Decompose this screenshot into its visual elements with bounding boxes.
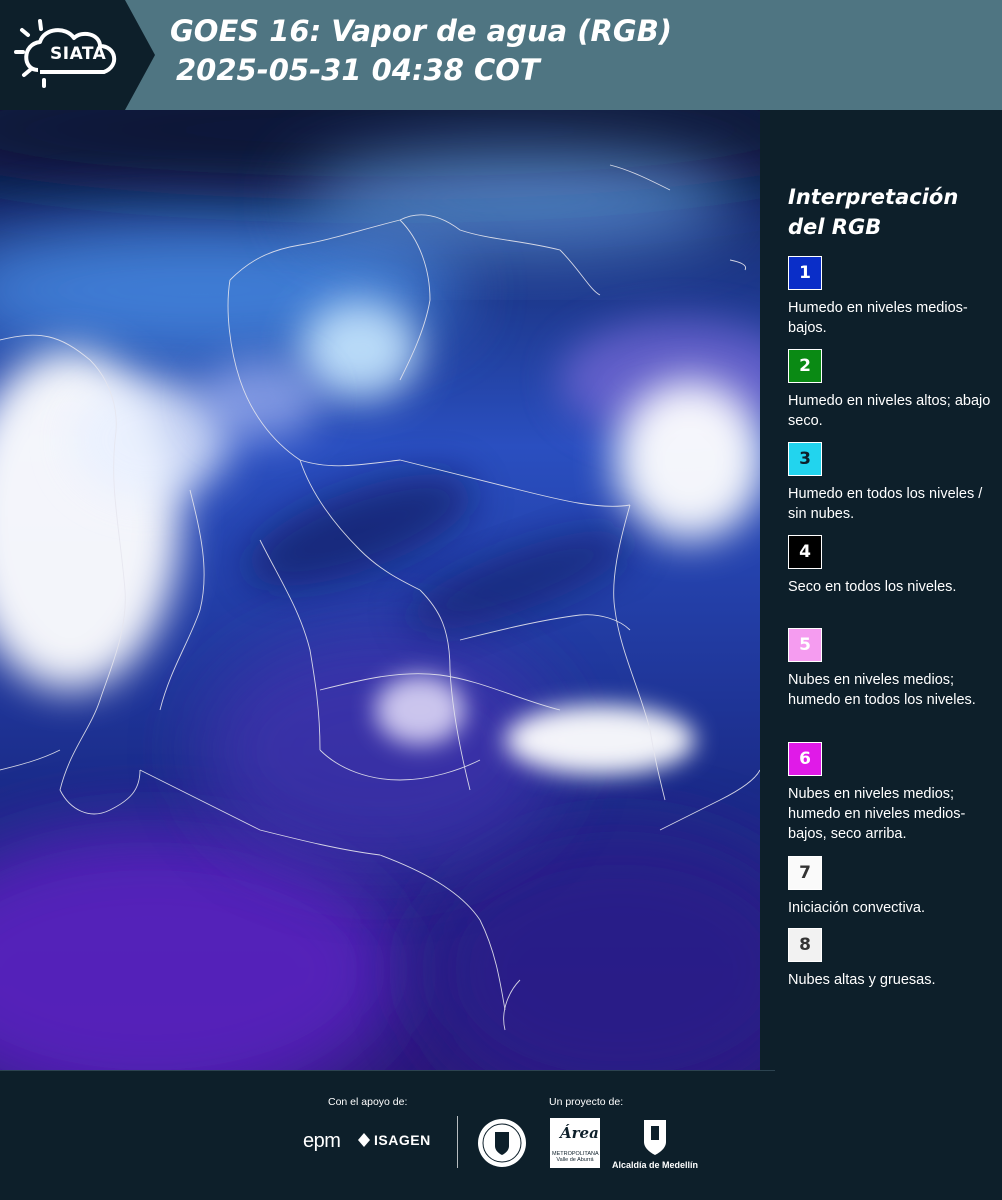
legend-item-1: 1 Humedo en niveles medios-bajos. <box>788 256 998 338</box>
area-logo-text: Área <box>560 1124 599 1142</box>
legend-text-7: Iniciación convectiva. <box>788 900 926 916</box>
legend-swatch-8: 8 <box>788 928 822 962</box>
legend-swatch-3: 3 <box>788 442 822 476</box>
isagen-logo[interactable]: ISAGEN <box>374 1132 431 1148</box>
legend-item-2: 2 Humedo en niveles altos; abajo seco. <box>788 349 998 431</box>
siata-logo[interactable]: SIATA <box>0 0 160 110</box>
legend-item-4: 4 Seco en todos los niveles. <box>788 535 998 597</box>
legend-title: Interpretación del RGB <box>788 185 959 239</box>
legend-item-8: 8 Nubes altas y gruesas. <box>788 928 998 990</box>
product-timestamp: 2025-05-31 04:38 COT <box>176 53 540 87</box>
legend-text-6: Nubes en niveles medios; humedo en nivel… <box>788 786 966 842</box>
legend-swatch-7: 7 <box>788 856 822 890</box>
legend-text-8: Nubes altas y gruesas. <box>788 972 936 988</box>
legend-item-6: 6 Nubes en niveles medios; humedo en niv… <box>788 742 998 844</box>
legend-item-7: 7 Iniciación convectiva. <box>788 856 998 918</box>
support-label: Con el apoyo de: <box>328 1096 408 1108</box>
siata-brand-text: SIATA <box>50 44 107 64</box>
product-title: GOES 16: Vapor de agua (RGB) <box>170 14 673 48</box>
legend-text-1: Humedo en niveles medios-bajos. <box>788 300 968 336</box>
header-bar: SIATA GOES 16: Vapor de agua (RGB) 2025-… <box>0 0 1002 110</box>
area-metropolitana-logo[interactable]: Área METROPOLITANA Valle de Aburrá <box>550 1118 600 1168</box>
isagen-icon <box>358 1133 370 1147</box>
legend-text-5: Nubes en niveles medios; humedo en todos… <box>788 672 976 708</box>
water-vapor-image <box>0 110 760 1070</box>
satellite-map[interactable] <box>0 110 760 1070</box>
legend-swatch-6: 6 <box>788 742 822 776</box>
project-label: Un proyecto de: <box>549 1096 624 1108</box>
legend-item-3: 3 Humedo en todos los niveles / sin nube… <box>788 442 998 524</box>
legend-text-2: Humedo en niveles altos; abajo seco. <box>788 393 991 429</box>
legend-swatch-5: 5 <box>788 628 822 662</box>
legend-item-5: 5 Nubes en niveles medios; humedo en tod… <box>788 628 998 710</box>
epm-logo[interactable]: epm <box>303 1130 341 1153</box>
footer-divider <box>0 1070 775 1071</box>
legend-swatch-1: 1 <box>788 256 822 290</box>
alcaldia-shield-icon[interactable] <box>642 1118 668 1156</box>
university-seal-icon[interactable] <box>477 1118 527 1168</box>
area-logo-subtitle: METROPOLITANA Valle de Aburrá <box>552 1151 599 1163</box>
footer-separator <box>457 1116 458 1168</box>
legend-swatch-4: 4 <box>788 535 822 569</box>
rgb-legend: Interpretación del RGB 1 Humedo en nivel… <box>762 110 1002 1070</box>
legend-swatch-2: 2 <box>788 349 822 383</box>
legend-text-4: Seco en todos los niveles. <box>788 579 957 595</box>
legend-text-3: Humedo en todos los niveles / sin nubes. <box>788 486 983 522</box>
alcaldia-text: Alcaldía de Medellín <box>612 1160 699 1170</box>
sponsors-footer: Con el apoyo de: Un proyecto de: epm ISA… <box>0 1070 1002 1200</box>
